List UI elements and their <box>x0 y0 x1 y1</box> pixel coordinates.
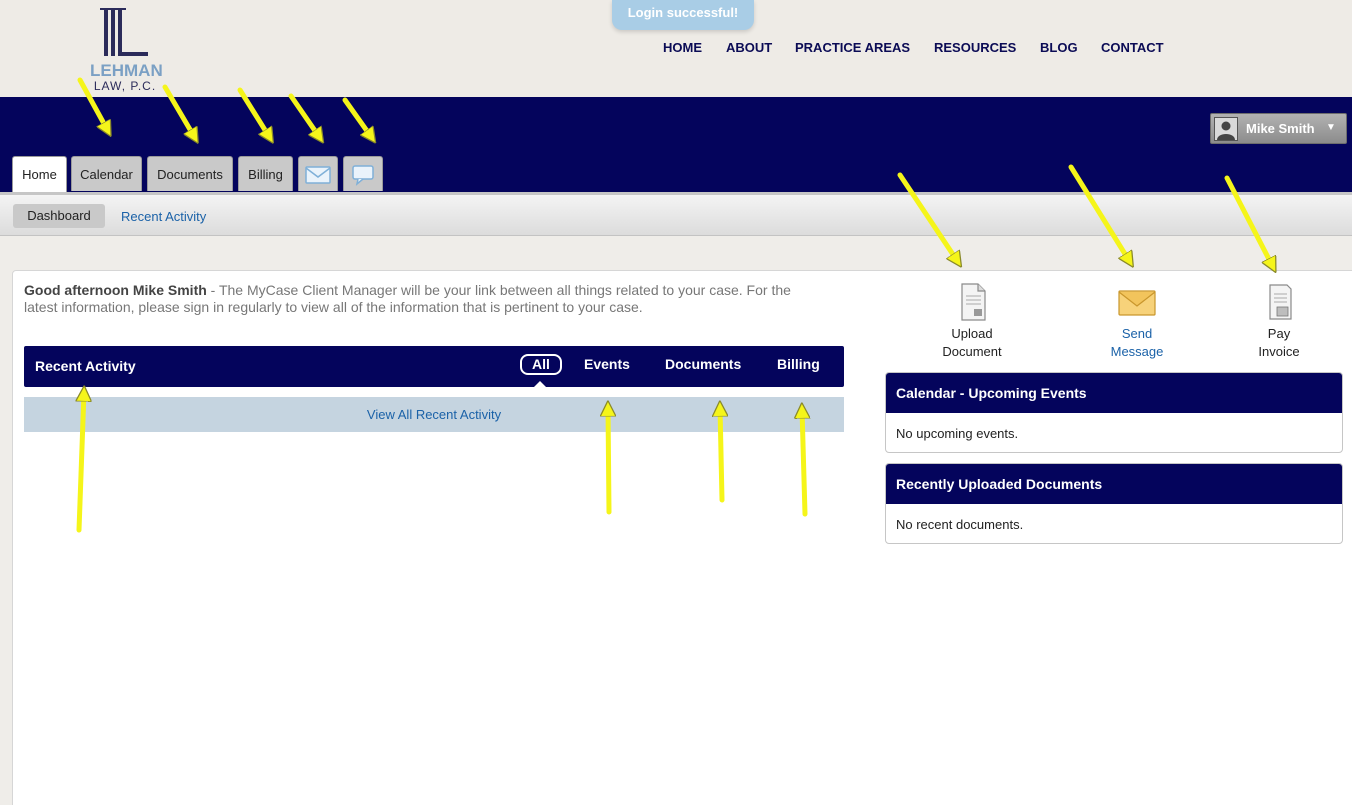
invoice-icon <box>1269 284 1292 320</box>
calendar-upcoming-panel: Calendar - Upcoming Events No upcoming e… <box>885 372 1343 453</box>
sub-nav: Dashboard Recent Activity <box>0 192 1352 236</box>
recent-activity-title: Recent Activity <box>35 358 136 374</box>
speech-bubble-icon <box>352 165 374 186</box>
logo-name: LEHMAN <box>90 61 163 80</box>
filter-all[interactable]: All <box>520 354 562 375</box>
upload-document-button[interactable]: Upload Document <box>927 282 1017 361</box>
user-menu-button[interactable]: Mike Smith ▼ <box>1210 113 1347 144</box>
tab-billing[interactable]: Billing <box>238 156 293 191</box>
upload-label-line2: Document <box>942 344 1002 359</box>
lehman-law-logo[interactable]: LEHMAN LAW, P.C. <box>86 6 166 94</box>
recent-activity-header: Recent Activity All Events Documents Bil… <box>24 346 844 387</box>
subnav-recent-activity[interactable]: Recent Activity <box>121 209 206 224</box>
documents-panel-title: Recently Uploaded Documents <box>886 464 1342 504</box>
greeting-text: Good afternoon Mike Smith - The MyCase C… <box>24 282 824 316</box>
greeting-salutation: Good afternoon Mike Smith <box>24 282 207 298</box>
tab-calendar[interactable]: Calendar <box>71 156 142 191</box>
pay-invoice-button[interactable]: Pay Invoice <box>1234 282 1324 361</box>
recent-documents-panel: Recently Uploaded Documents No recent do… <box>885 463 1343 544</box>
filter-billing[interactable]: Billing <box>777 356 820 372</box>
send-message-button[interactable]: Send Message <box>1092 282 1182 361</box>
user-name: Mike Smith <box>1246 121 1315 136</box>
filter-events[interactable]: Events <box>584 356 630 372</box>
active-filter-pointer <box>534 381 546 387</box>
user-silhouette-icon <box>1217 121 1235 140</box>
site-header: LEHMAN LAW, P.C. Login successful! HOME … <box>0 0 1352 97</box>
upload-label-line1: Upload <box>951 326 993 341</box>
login-success-toast: Login successful! <box>612 0 754 30</box>
tab-messages[interactable] <box>298 156 338 191</box>
nav-practice-areas[interactable]: PRACTICE AREAS <box>795 40 910 55</box>
calendar-panel-title: Calendar - Upcoming Events <box>886 373 1342 413</box>
nav-about[interactable]: ABOUT <box>726 40 772 55</box>
chevron-down-icon: ▼ <box>1326 122 1336 133</box>
view-all-recent-activity-link[interactable]: View All Recent Activity <box>24 397 844 432</box>
tab-comments[interactable] <box>343 156 383 191</box>
envelope-icon <box>1118 290 1156 316</box>
message-label-line1: Send <box>1121 326 1153 341</box>
nav-contact[interactable]: CONTACT <box>1101 40 1164 55</box>
nav-home[interactable]: HOME <box>663 40 702 55</box>
envelope-icon <box>305 166 331 184</box>
invoice-label-line1: Pay <box>1267 326 1291 341</box>
nav-blog[interactable]: BLOG <box>1040 40 1078 55</box>
documents-panel-empty: No recent documents. <box>896 517 1024 532</box>
logo-subtitle: LAW, P.C. <box>93 79 157 93</box>
nav-resources[interactable]: RESOURCES <box>934 40 1016 55</box>
tab-home[interactable]: Home <box>12 156 67 192</box>
avatar <box>1214 117 1238 141</box>
calendar-panel-empty: No upcoming events. <box>896 426 1019 441</box>
invoice-label-line2: Invoice <box>1258 344 1300 359</box>
document-icon <box>961 283 986 321</box>
message-label-line2: Message <box>1110 344 1164 359</box>
logo-mark-icon <box>100 8 148 56</box>
tab-documents[interactable]: Documents <box>147 156 233 191</box>
subnav-dashboard[interactable]: Dashboard <box>13 204 105 228</box>
app-bar: Mike Smith ▼ Home Calendar Documents Bil… <box>0 97 1352 192</box>
filter-documents[interactable]: Documents <box>665 356 741 372</box>
